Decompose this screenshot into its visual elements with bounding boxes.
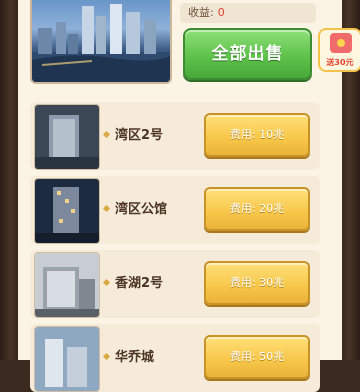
- red-envelope-icon: [330, 33, 352, 53]
- city-skyline-image: [30, 0, 172, 84]
- property-row: 香湖2号 费用: 30兆: [30, 250, 320, 318]
- property-name: 香湖2号: [102, 250, 164, 318]
- property-name-text: 香湖2号: [115, 276, 164, 291]
- diamond-icon: [102, 204, 111, 213]
- diamond-icon: [102, 278, 111, 287]
- property-name-text: 华乔城: [115, 350, 155, 365]
- buy-property-button[interactable]: 费用: 50兆: [204, 335, 310, 379]
- bonus-tag: 送30元: [326, 58, 354, 67]
- property-name: 湾区2号: [102, 102, 164, 170]
- frame-left: [0, 0, 18, 360]
- diamond-icon: [102, 130, 111, 139]
- income-display: 收益: 0: [180, 3, 316, 23]
- buy-property-button[interactable]: 费用: 30兆: [204, 261, 310, 305]
- property-name: 华乔城: [102, 324, 155, 392]
- property-name: 湾区公馆: [102, 176, 168, 244]
- building-thumbnail: [34, 178, 100, 244]
- building-thumbnail: [34, 326, 100, 392]
- sell-all-button[interactable]: 全部出售: [183, 28, 312, 80]
- property-name-text: 湾区2号: [115, 128, 164, 143]
- buy-property-button[interactable]: 费用: 10兆: [204, 113, 310, 157]
- income-value: 0: [217, 6, 225, 19]
- property-row: 湾区2号 费用: 10兆: [30, 102, 320, 170]
- diamond-icon: [102, 352, 111, 361]
- buy-property-button[interactable]: 费用: 20兆: [204, 187, 310, 231]
- income-label: 收益:: [188, 6, 214, 19]
- building-thumbnail: [34, 252, 100, 318]
- property-row: 华乔城 费用: 50兆: [30, 324, 320, 392]
- property-row: 湾区公馆 费用: 20兆: [30, 176, 320, 244]
- property-name-text: 湾区公馆: [115, 202, 168, 217]
- red-envelope-bonus-button[interactable]: 送30元: [318, 28, 360, 72]
- building-thumbnail: [34, 104, 100, 170]
